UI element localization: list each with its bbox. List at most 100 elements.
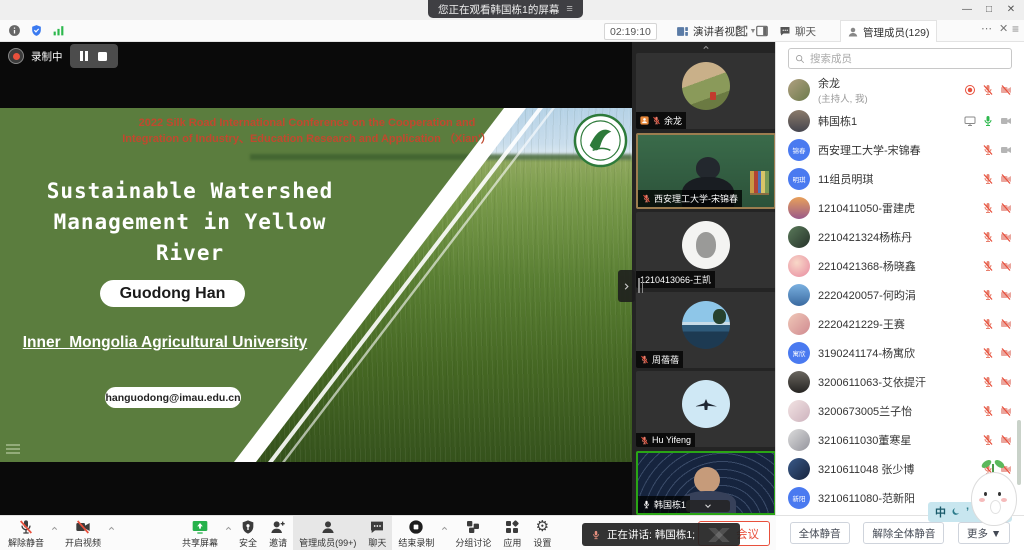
ime-mascot[interactable]	[966, 458, 1020, 526]
toolbar-camera-off-button[interactable]: 开启视频	[59, 516, 107, 550]
video-tile[interactable]: 韩国栋1	[636, 451, 776, 515]
panel-close-button[interactable]: ✕	[999, 22, 1008, 35]
toolbar-share-screen-button[interactable]: 共享屏幕	[176, 516, 224, 550]
toolbar-label: 共享屏幕	[182, 536, 218, 549]
strip-collapse-handle[interactable]	[618, 270, 635, 302]
chevron-up-icon[interactable]	[440, 524, 449, 533]
panel-toggle-button[interactable]	[755, 24, 769, 43]
panel-menu-icon[interactable]: ≡	[1012, 22, 1019, 36]
cb-books	[750, 171, 769, 195]
affiliation-text: Inner Mongolia Agricultural University	[5, 334, 325, 352]
member-row[interactable]: 2210421368-杨晓鑫	[776, 251, 1024, 280]
member-row[interactable]: 余龙(主持人, 我)	[776, 73, 1024, 106]
conference-line2: Integration of Industry、Education Resear…	[0, 131, 614, 147]
toolbar-label: 结束录制	[398, 536, 434, 549]
panel-more-button[interactable]: ⋯	[981, 22, 992, 35]
stop-recording-button[interactable]	[98, 52, 107, 61]
speaking-toast-text: 正在讲话: 韩国栋1;	[607, 527, 695, 542]
recording-dot-icon	[8, 48, 24, 64]
strip-resize-bars[interactable]	[638, 278, 643, 293]
member-name: 2210421324杨栋丹	[818, 229, 974, 245]
toolbar-stop-record-button[interactable]: 结束录制	[392, 516, 440, 550]
video-participant-name: 周蓓蓓	[652, 353, 679, 366]
toolbar-chat-button[interactable]: 聊天	[362, 516, 392, 550]
chevron-up-icon[interactable]	[696, 43, 716, 52]
search-input[interactable]: 搜索成员	[788, 48, 1012, 69]
toolbar-mic-off-button[interactable]: 解除静音	[2, 516, 50, 550]
chevron-up-icon[interactable]	[50, 524, 59, 533]
info-icon[interactable]	[8, 24, 21, 37]
tab-members[interactable]: 管理成员(129)	[840, 20, 937, 43]
member-row[interactable]: 明琪11组员明琪	[776, 164, 1024, 193]
toolbar-breakout-button[interactable]: 分组讨论	[449, 516, 497, 550]
member-row[interactable]: 寓欣3190241174-杨寓欣	[776, 338, 1024, 367]
toolbar-spacer	[116, 516, 176, 550]
member-row[interactable]: 3200673005兰子怡	[776, 396, 1024, 425]
member-row[interactable]: 2220421229-王赛	[776, 309, 1024, 338]
toolbar-settings-button[interactable]: ⚙设置	[527, 516, 557, 550]
cam-off-icon	[1000, 173, 1012, 185]
toolbar-shield-button[interactable]: 安全	[233, 516, 263, 550]
chevron-up-icon[interactable]	[224, 524, 233, 533]
toolbar-apps-button[interactable]: 应用	[497, 516, 527, 550]
video-tile[interactable]: 1210413066-王凯	[636, 212, 776, 288]
maximize-button[interactable]: □	[980, 1, 998, 17]
shield-check-icon[interactable]	[30, 24, 43, 37]
member-row[interactable]: 2220420057-何昀涓	[776, 280, 1024, 309]
ime-mode-label[interactable]: 中	[935, 504, 946, 520]
tile-chevron-down-button[interactable]	[686, 500, 730, 512]
banner-menu-icon[interactable]: ≡	[566, 3, 572, 15]
invite-icon	[270, 519, 286, 535]
member-row[interactable]: 韩国栋1	[776, 106, 1024, 135]
avatar	[788, 400, 810, 422]
network-signal-icon[interactable]	[52, 24, 65, 37]
members-icon	[320, 519, 336, 535]
member-info: 2210421368-杨晓鑫	[818, 258, 974, 274]
member-info: 3210611030董寒星	[818, 432, 974, 448]
member-row[interactable]: 2210421324杨栋丹	[776, 222, 1024, 251]
mic-off-icon	[982, 260, 994, 272]
member-name: 韩国栋1	[818, 113, 956, 129]
breakout-icon	[465, 519, 481, 535]
toolbar-invite-button[interactable]: 邀请	[263, 516, 293, 550]
member-row[interactable]: 3200611063-艾依提汗	[776, 367, 1024, 396]
unmute-all-button[interactable]: 解除全体静音	[863, 522, 944, 544]
search-placeholder: 搜索成员	[810, 51, 852, 66]
moon-icon[interactable]	[951, 507, 961, 517]
video-tile[interactable]: Hu Yifeng	[636, 371, 776, 447]
video-name-tag: 周蓓蓓	[636, 351, 683, 368]
member-name: 3210611030董寒星	[818, 432, 974, 448]
member-status-icons	[982, 202, 1012, 214]
tab-chat[interactable]: 聊天	[773, 20, 822, 42]
minimize-button[interactable]: —	[958, 1, 976, 17]
watching-screen-banner[interactable]: 您正在观看韩国栋1的屏幕 ≡	[428, 0, 583, 18]
email-text: hanguodong@imau.edu.cn	[105, 392, 240, 404]
member-row[interactable]: 3210611030董寒星	[776, 425, 1024, 454]
close-button[interactable]: ✕	[1002, 1, 1020, 17]
avatar	[788, 284, 810, 306]
member-icon	[847, 26, 859, 38]
cam-off-icon	[1000, 318, 1012, 330]
banner-text: 您正在观看韩国栋1的屏幕	[438, 2, 559, 17]
member-info: 1210411050-雷建虎	[818, 200, 974, 216]
toolbar-members-button[interactable]: 管理成员(99+)	[293, 516, 362, 550]
slide-title: Sustainable Watershed Management in Yell…	[15, 176, 365, 269]
university-logo	[573, 113, 628, 168]
chevron-down-icon	[703, 501, 713, 511]
cam-off-icon	[1000, 405, 1012, 417]
window-controls: — □ ✕	[958, 1, 1020, 17]
chevron-up-icon[interactable]	[107, 524, 116, 533]
fullscreen-button[interactable]	[735, 24, 749, 43]
avatar	[788, 458, 810, 480]
pause-recording-button[interactable]	[80, 51, 88, 61]
video-tile[interactable]: 西安理工大学-宋锦春	[636, 133, 776, 209]
mute-all-button[interactable]: 全体静音	[790, 522, 850, 544]
member-row[interactable]: 1210411050-雷建虎	[776, 193, 1024, 222]
mic-off-icon	[982, 405, 994, 417]
mic-off-icon	[982, 376, 994, 388]
mic-off-icon	[982, 318, 994, 330]
toolbar-label: 管理成员(99+)	[299, 536, 356, 549]
video-tile[interactable]: 余龙	[636, 53, 776, 129]
video-tile[interactable]: 周蓓蓓	[636, 292, 776, 368]
member-row[interactable]: 锦春西安理工大学-宋锦春	[776, 135, 1024, 164]
